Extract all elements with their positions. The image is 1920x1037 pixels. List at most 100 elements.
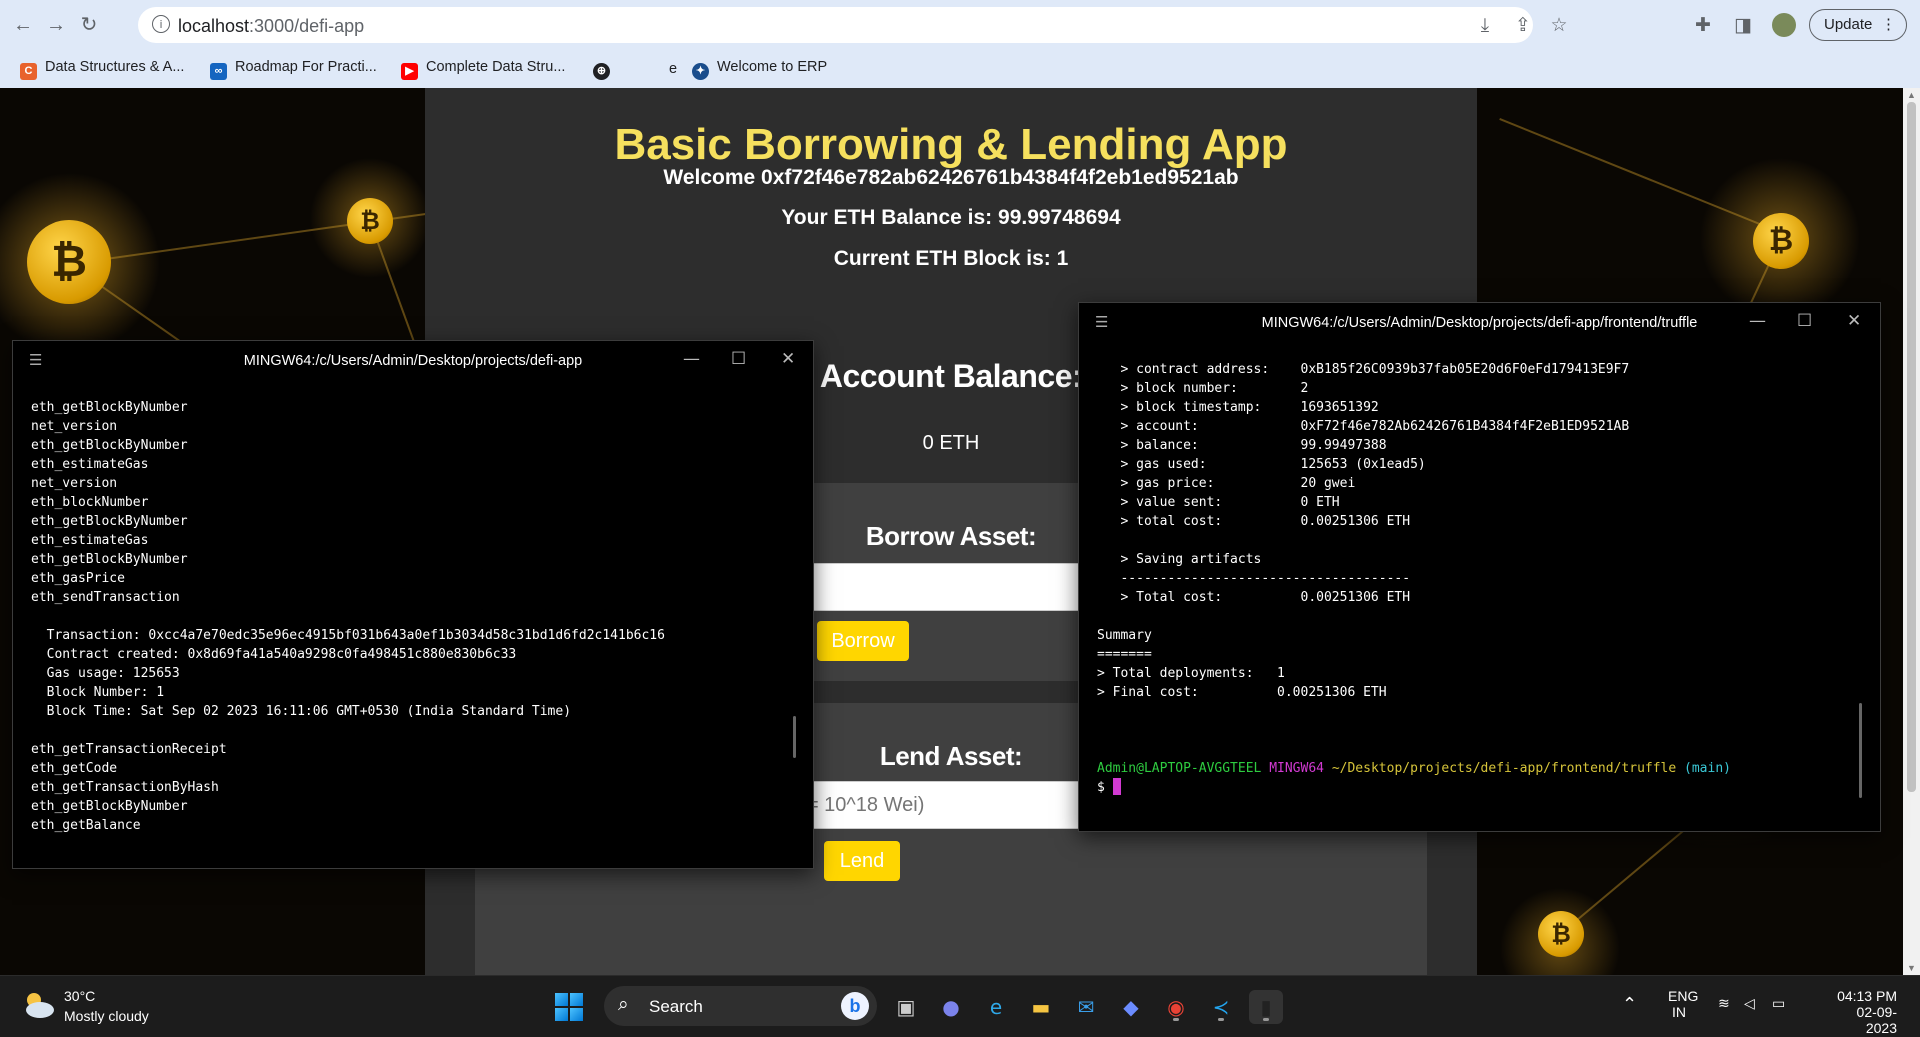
site-info-icon[interactable]: i (152, 15, 170, 33)
forward-icon[interactable]: → (43, 12, 69, 38)
terminal-line: > value sent: 0 ETH (1097, 495, 1340, 510)
terminal-line: > block timestamp: 1693651392 (1097, 400, 1379, 415)
windows-logo-tile (570, 1008, 583, 1021)
chevron-up-icon[interactable]: ⌃ (1622, 994, 1637, 1015)
terminal-line: ======= (1097, 647, 1152, 662)
scroll-up-icon[interactable]: ▲ (1907, 90, 1916, 100)
terminal-output[interactable]: > contract address: 0xB185f26C0939b37fab… (1097, 360, 1629, 759)
page-scrollbar[interactable]: ▲ ▼ (1903, 88, 1920, 975)
region-code: IN (1672, 1004, 1686, 1020)
terminal-prompt[interactable]: Admin@LAPTOP-AVGGTEEL MINGW64 ~/Desktop/… (1097, 759, 1731, 778)
prompt-user: Admin@LAPTOP-AVGGTEEL (1097, 761, 1262, 776)
terminal-titlebar[interactable]: ☰ MINGW64:/c/Users/Admin/Desktop/project… (1079, 303, 1880, 343)
terminal-line: eth_sendTransaction (31, 590, 180, 605)
windows-taskbar: 30°C Mostly cloudy ⌕ Search b ▣ ● e ▬ ✉ ◆ ◉ ≺ ▮ … (0, 975, 1920, 1037)
terminal-line: > account: 0xF72f46e782Ab62426761B4384f4… (1097, 419, 1630, 434)
terminal-line: eth_getTransactionByHash (31, 780, 219, 795)
borrow-button[interactable]: Borrow (817, 621, 909, 661)
update-button[interactable]: Update ⋮ (1809, 9, 1907, 41)
maximize-icon[interactable]: ☐ (1797, 311, 1812, 331)
bookmark-e[interactable]: e (644, 59, 677, 77)
taskbar-search[interactable]: ⌕ Search b (604, 986, 877, 1026)
terminal-titlebar[interactable]: ☰ MINGW64:/c/Users/Admin/Desktop/project… (13, 341, 813, 381)
address-bar[interactable]: i localhost:3000/defi-app ⤓ ⇪ ☆ (138, 7, 1568, 43)
side-panel-icon[interactable]: ◨ (1730, 12, 1756, 38)
maximize-icon[interactable]: ☐ (731, 349, 746, 369)
scroll-down-icon[interactable]: ▼ (1907, 963, 1916, 973)
bookmark-roadmap[interactable]: ∞ Roadmap For Practi... (210, 59, 377, 80)
terminal-scrollbar[interactable] (1859, 703, 1862, 798)
youtube-icon: ▶ (401, 63, 418, 80)
bookmark-star-icon[interactable]: ☆ (1546, 12, 1572, 38)
file-explorer-icon[interactable]: ▬ (1024, 990, 1058, 1024)
install-icon[interactable]: ⤓ (1472, 12, 1498, 38)
back-icon[interactable]: ← (10, 12, 36, 38)
share-icon[interactable]: ⇪ (1510, 12, 1536, 38)
terminal-line: Transaction: 0xcc4a7e70edc35e96ec4915bf0… (31, 628, 665, 643)
teams-icon[interactable]: ● (934, 990, 968, 1024)
start-button[interactable] (555, 993, 583, 1021)
minimize-icon[interactable]: — (683, 349, 700, 369)
clock-date: 02-09-2023 (1856, 1004, 1897, 1036)
terminal-line: eth_getBlockByNumber (31, 514, 188, 529)
terminal-scrollbar[interactable] (793, 716, 796, 758)
weather-condition[interactable]: Mostly cloudy (64, 1008, 149, 1024)
wifi-icon[interactable]: ≋ (1718, 996, 1730, 1012)
edge-icon[interactable]: e (979, 990, 1013, 1024)
profile-avatar[interactable] (1772, 13, 1796, 37)
eth-balance-text: Your ETH Balance is: 99.99748694 (781, 206, 1121, 229)
terminal-window-defi-app[interactable]: ☰ MINGW64:/c/Users/Admin/Desktop/project… (12, 340, 814, 869)
terminal-line: ------------------------------------- (1097, 571, 1411, 586)
prompt-path: ~/Desktop/projects/defi-app/frontend/tru… (1331, 761, 1677, 776)
copilot-icon[interactable]: ◆ (1114, 990, 1148, 1024)
browser-toolbar: ← → ↻ i localhost:3000/defi-app ⤓ ⇪ ☆ ✚ … (0, 0, 1920, 50)
bookmark-data-structures[interactable]: C Data Structures & A... (20, 59, 184, 80)
task-view-icon[interactable]: ▣ (889, 990, 923, 1024)
terminal-line: eth_gasPrice (31, 571, 125, 586)
terminal-input-line[interactable]: $ (1097, 778, 1121, 797)
close-icon[interactable]: ✕ (1847, 311, 1861, 331)
terminal-line: eth_getBlockByNumber (31, 438, 188, 453)
volume-icon[interactable]: ◁ (1744, 996, 1755, 1012)
terminal-line: Summary (1097, 628, 1152, 643)
url-text[interactable]: localhost:3000/defi-app (178, 16, 364, 37)
lend-button[interactable]: Lend (824, 841, 900, 881)
text-cursor (1112, 778, 1121, 795)
reload-icon[interactable]: ↻ (76, 12, 102, 38)
weather-cloudy-icon[interactable] (20, 990, 56, 1020)
app-title: Basic Borrowing & Lending App (614, 120, 1288, 169)
terminal-window-truffle[interactable]: ☰ MINGW64:/c/Users/Admin/Desktop/project… (1078, 302, 1881, 832)
prompt-shell: MINGW64 (1269, 761, 1324, 776)
windows-logo-tile (555, 1008, 568, 1021)
clock[interactable]: 04:13 PM 02-09-2023 (1833, 988, 1897, 1036)
bing-icon[interactable]: b (841, 992, 869, 1020)
terminal-line: > Saving artifacts (1097, 552, 1262, 567)
terminal-line: eth_getBlockByNumber (31, 799, 188, 814)
terminal-output[interactable]: eth_getBlockByNumber net_version eth_getBl… (31, 398, 665, 835)
language-indicator[interactable]: ENG IN (1668, 988, 1698, 1020)
vscode-icon[interactable]: ≺ (1204, 990, 1238, 1024)
windows-logo-tile (555, 993, 568, 1006)
mail-icon[interactable]: ✉ (1069, 990, 1103, 1024)
close-icon[interactable]: ✕ (781, 349, 795, 369)
extensions-icon[interactable]: ✚ (1690, 12, 1716, 38)
bookmark-erp[interactable]: ✦ Welcome to ERP (692, 59, 827, 80)
bookmark-label: e (669, 61, 678, 77)
running-indicator (1218, 1018, 1224, 1021)
update-label: Update (1824, 16, 1873, 33)
terminal-line: > gas used: 125653 (0x1ead5) (1097, 457, 1426, 472)
battery-icon[interactable]: ▭ (1772, 996, 1785, 1012)
scrollbar-thumb[interactable] (1907, 102, 1916, 792)
minimize-icon[interactable]: — (1749, 311, 1766, 331)
welcome-text: Welcome 0xf72f46e782ab62426761b4384f4f2e… (663, 166, 1239, 189)
codingninjas-icon: C (20, 63, 37, 80)
bookmark-globe[interactable]: ⊕ (593, 59, 618, 80)
chrome-icon[interactable]: ◉ (1159, 990, 1193, 1024)
bookmark-complete-ds[interactable]: ▶ Complete Data Stru... (401, 59, 565, 80)
terminal-icon[interactable]: ▮ (1249, 990, 1283, 1024)
weather-temperature[interactable]: 30°C (64, 988, 95, 1004)
